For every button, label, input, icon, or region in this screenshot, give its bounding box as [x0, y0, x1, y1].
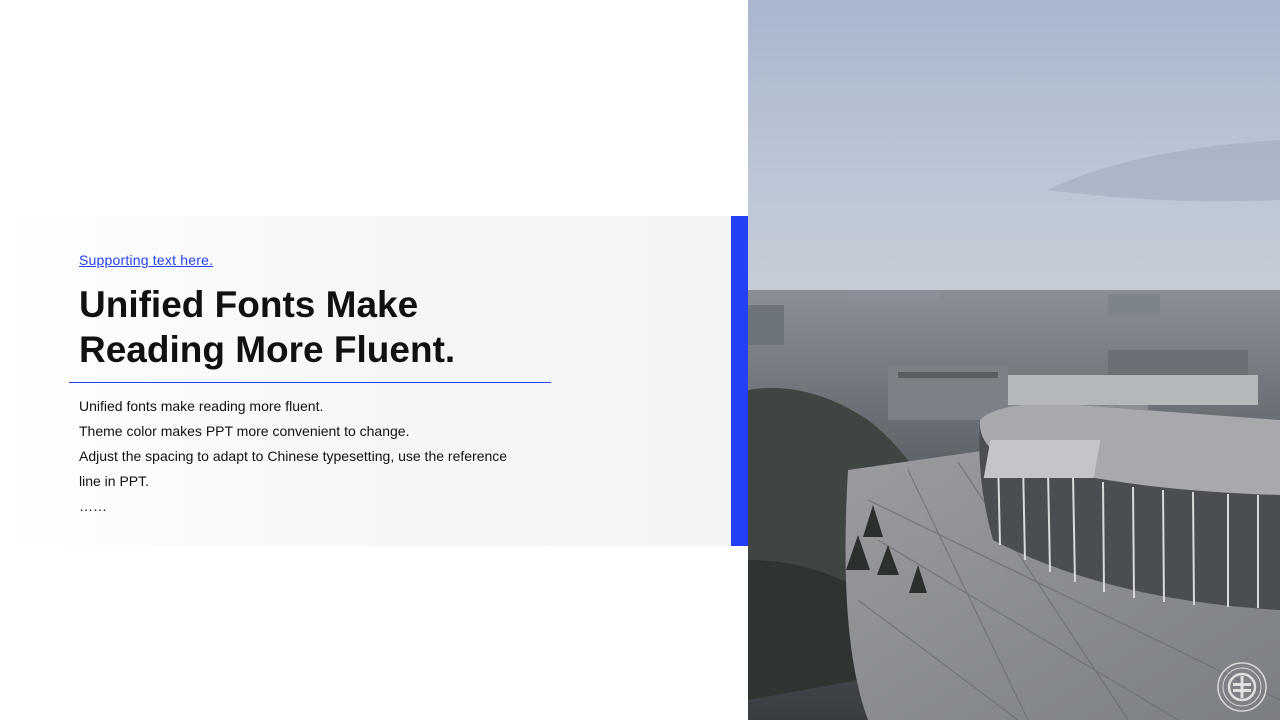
body-line-2: Theme color makes PPT more convenient to…: [79, 423, 410, 439]
slide: Supporting text here. Unified Fonts Make…: [0, 0, 1280, 720]
university-seal-icon: [1216, 661, 1268, 713]
body-line-1: Unified fonts make reading more fluent.: [79, 398, 324, 414]
body-line-3: Adjust the spacing to adapt to Chinese t…: [79, 448, 508, 464]
accent-bar: [731, 216, 748, 546]
campus-aerial-photo-icon: [748, 0, 1280, 720]
campus-aerial-photo: [748, 0, 1280, 720]
supporting-text-link[interactable]: Supporting text here.: [79, 252, 213, 268]
body-text: Unified fonts make reading more fluent. …: [79, 394, 534, 519]
title-line-2: Reading More Fluent.: [79, 329, 456, 370]
title-line-1: Unified Fonts Make: [79, 284, 419, 325]
slide-title: Unified Fonts Make Reading More Fluent.: [79, 282, 599, 372]
body-line-5: ……: [79, 498, 107, 514]
title-divider: [69, 382, 551, 383]
body-line-4: line in PPT.: [79, 473, 150, 489]
